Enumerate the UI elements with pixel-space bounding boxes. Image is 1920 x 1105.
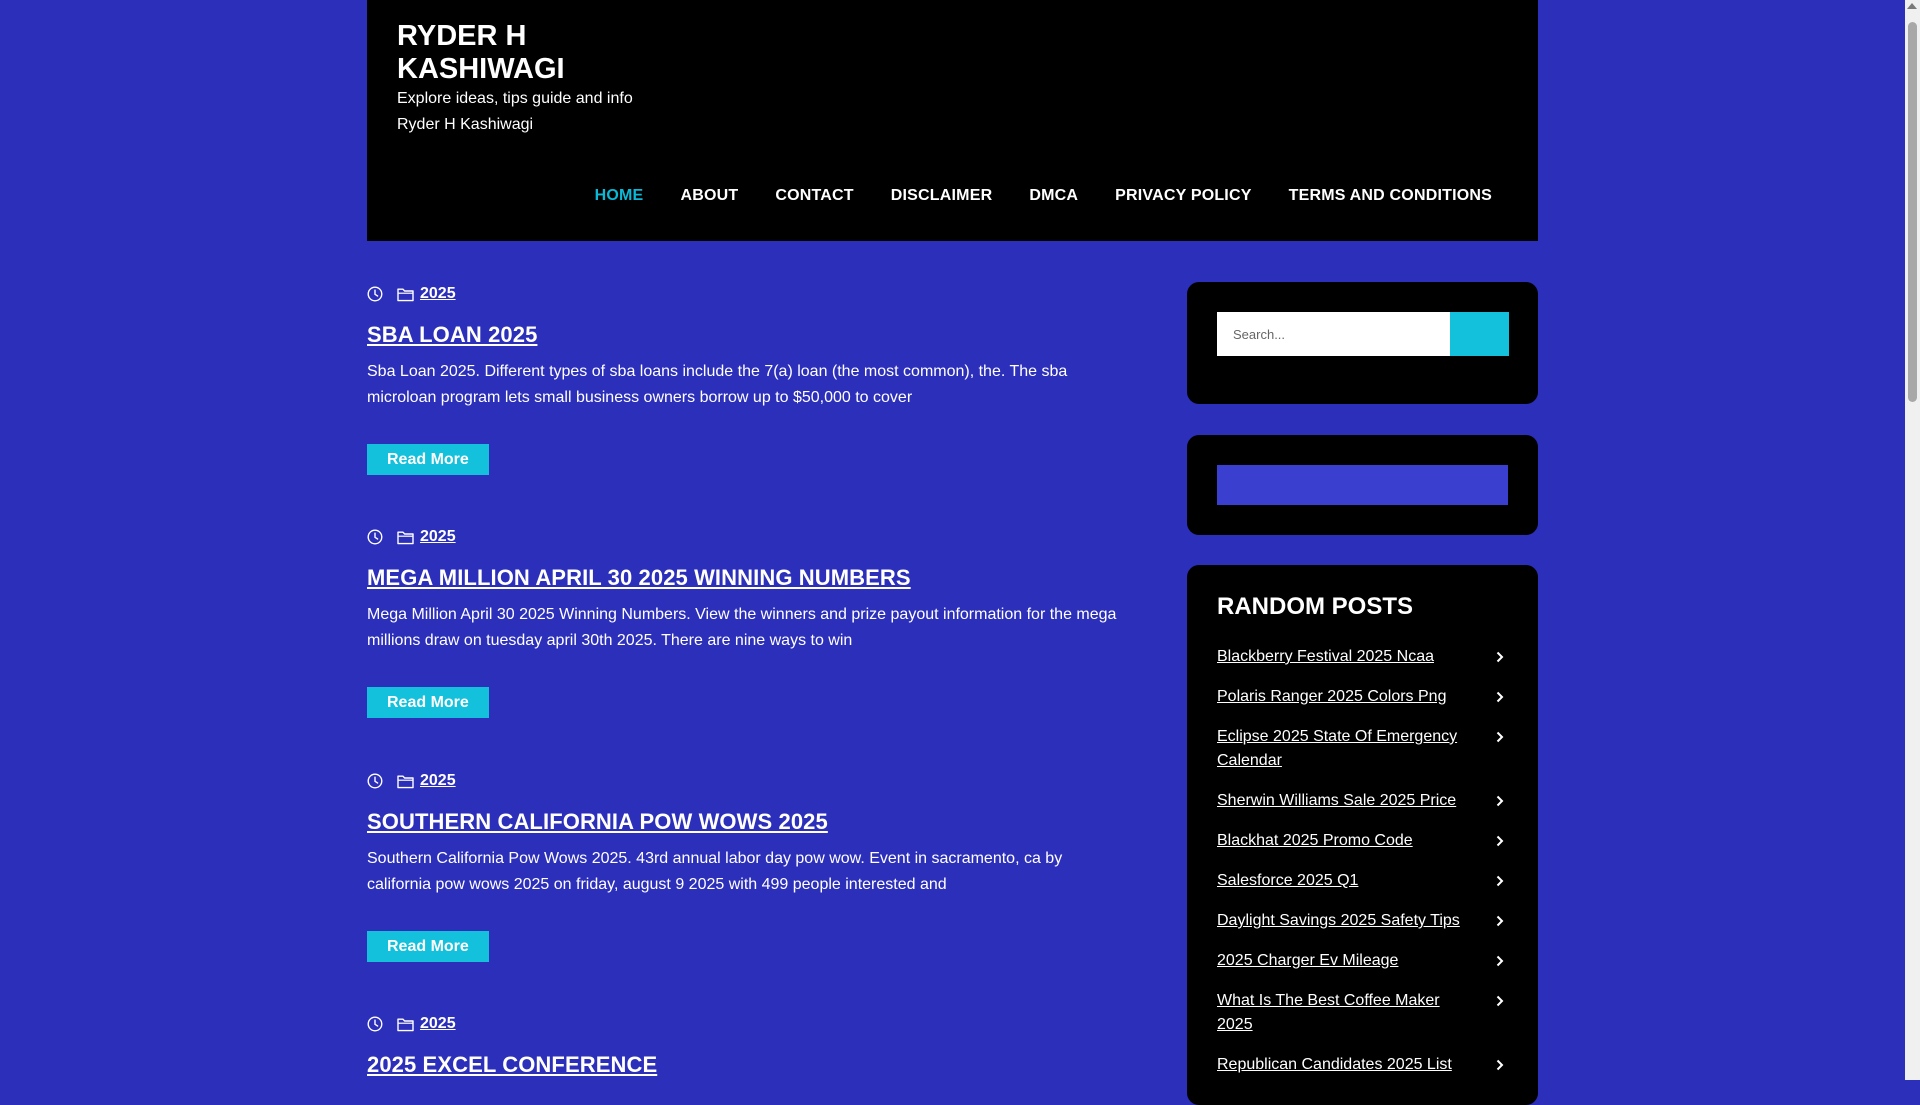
nav-disclaimer[interactable]: DISCLAIMER: [891, 187, 993, 205]
chevron-right-icon: [1496, 955, 1504, 967]
list-item: Eclipse 2025 State Of Emergency Calendar: [1217, 725, 1508, 773]
folder-icon: [397, 288, 414, 301]
list-item: Blackhat 2025 Promo Code: [1217, 829, 1508, 853]
chevron-right-icon: [1496, 651, 1504, 663]
nav-dmca[interactable]: DMCA: [1029, 187, 1078, 205]
list-item: Salesforce 2025 Q1: [1217, 869, 1508, 893]
post-category-link[interactable]: 2025: [420, 285, 456, 303]
post-title-link[interactable]: MEGA MILLION APRIL 30 2025 WINNING NUMBE…: [367, 564, 1127, 592]
clock-icon: [367, 1016, 383, 1032]
list-item: Polaris Ranger 2025 Colors Png: [1217, 685, 1508, 709]
scroll-up-arrow-icon[interactable]: [1907, 3, 1917, 9]
list-item: 2025 Charger Ev Mileage: [1217, 949, 1508, 973]
read-more-button[interactable]: Read More: [367, 931, 489, 962]
list-item: Blackberry Festival 2025 Ncaa: [1217, 645, 1508, 669]
list-item: Sherwin Williams Sale 2025 Price: [1217, 789, 1508, 813]
read-more-button[interactable]: Read More: [367, 444, 489, 475]
clock-icon: [367, 286, 383, 302]
post-card: 2025 2025 EXCEL CONFERENCE: [367, 1013, 1127, 1079]
random-post-link[interactable]: Blackhat 2025 Promo Code: [1217, 829, 1467, 853]
widget-banner: [1217, 465, 1508, 505]
post-card: 2025 MEGA MILLION APRIL 30 2025 WINNING …: [367, 526, 1127, 718]
random-posts-list: Blackberry Festival 2025 Ncaa Polaris Ra…: [1217, 645, 1508, 1093]
chevron-right-icon: [1496, 835, 1504, 847]
random-post-link[interactable]: Polaris Ranger 2025 Colors Png: [1217, 685, 1467, 709]
search-widget: [1187, 282, 1538, 404]
post-excerpt: Mega Million April 30 2025 Winning Numbe…: [367, 606, 1117, 649]
site-tagline: Explore ideas, tips guide and info Ryder…: [397, 90, 633, 133]
nav-privacy-policy[interactable]: PRIVACY POLICY: [1115, 187, 1251, 205]
post-title-link[interactable]: SOUTHERN CALIFORNIA POW WOWS 2025: [367, 808, 1127, 836]
post-excerpt: Sba Loan 2025. Different types of sba lo…: [367, 363, 1068, 406]
random-posts-widget: RANDOM POSTS Blackberry Festival 2025 Nc…: [1187, 565, 1538, 1105]
clock-icon: [367, 773, 383, 789]
random-post-link[interactable]: 2025 Charger Ev Mileage: [1217, 949, 1467, 973]
chevron-right-icon: [1496, 875, 1504, 887]
search-button[interactable]: [1450, 312, 1509, 356]
post-meta: 2025: [367, 1013, 1127, 1035]
random-post-link[interactable]: Blackberry Festival 2025 Ncaa: [1217, 645, 1467, 669]
random-post-link[interactable]: Sherwin Williams Sale 2025 Price: [1217, 789, 1467, 813]
post-category-link[interactable]: 2025: [420, 772, 456, 790]
random-post-link[interactable]: Eclipse 2025 State Of Emergency Calendar: [1217, 725, 1467, 773]
chevron-right-icon: [1496, 995, 1504, 1007]
chevron-right-icon: [1496, 731, 1504, 743]
post-category-link[interactable]: 2025: [420, 528, 456, 546]
read-more-button[interactable]: Read More: [367, 687, 489, 718]
random-post-link[interactable]: What Is The Best Coffee Maker 2025: [1217, 989, 1467, 1037]
nav-contact[interactable]: CONTACT: [775, 187, 853, 205]
list-item: What Is The Best Coffee Maker 2025: [1217, 989, 1508, 1037]
post-category-link[interactable]: 2025: [420, 1015, 456, 1033]
post-title-link[interactable]: SBA LOAN 2025: [367, 321, 1127, 349]
random-post-link[interactable]: Daylight Savings 2025 Safety Tips: [1217, 909, 1467, 933]
folder-icon: [397, 1018, 414, 1031]
nav-about[interactable]: ABOUT: [680, 187, 738, 205]
main-nav: HOME ABOUT CONTACT DISCLAIMER DMCA PRIVA…: [595, 187, 1492, 205]
site-header: RYDER H KASHIWAGI Explore ideas, tips gu…: [367, 0, 1538, 241]
list-item: Republican Candidates 2025 List: [1217, 1053, 1508, 1077]
random-post-link[interactable]: Republican Candidates 2025 List: [1217, 1053, 1467, 1077]
nav-terms-and-conditions[interactable]: TERMS AND CONDITIONS: [1289, 187, 1492, 205]
scrollbar-thumb[interactable]: [1908, 22, 1917, 402]
random-post-link[interactable]: Salesforce 2025 Q1: [1217, 869, 1467, 893]
post-title-link[interactable]: 2025 EXCEL CONFERENCE: [367, 1051, 1127, 1079]
nav-home[interactable]: HOME: [595, 187, 644, 205]
folder-icon: [397, 775, 414, 788]
post-meta: 2025: [367, 283, 1127, 305]
sidebar-widget: [1187, 435, 1538, 535]
post-card: 2025 SOUTHERN CALIFORNIA POW WOWS 2025 S…: [367, 770, 1127, 962]
search-input[interactable]: [1217, 312, 1450, 356]
clock-icon: [367, 529, 383, 545]
search-form: [1217, 312, 1509, 356]
list-item: Daylight Savings 2025 Safety Tips: [1217, 909, 1508, 933]
chevron-right-icon: [1496, 691, 1504, 703]
chevron-right-icon: [1496, 795, 1504, 807]
widget-title: RANDOM POSTS: [1217, 593, 1414, 620]
folder-icon: [397, 531, 414, 544]
post-card: 2025 SBA LOAN 2025 Sba Loan 2025. Differ…: [367, 283, 1127, 475]
chevron-right-icon: [1496, 1059, 1504, 1071]
post-excerpt: Southern California Pow Wows 2025. 43rd …: [367, 850, 1063, 893]
post-meta: 2025: [367, 526, 1127, 548]
chevron-right-icon: [1496, 915, 1504, 927]
post-meta: 2025: [367, 770, 1127, 792]
site-title[interactable]: RYDER H KASHIWAGI: [397, 20, 697, 86]
